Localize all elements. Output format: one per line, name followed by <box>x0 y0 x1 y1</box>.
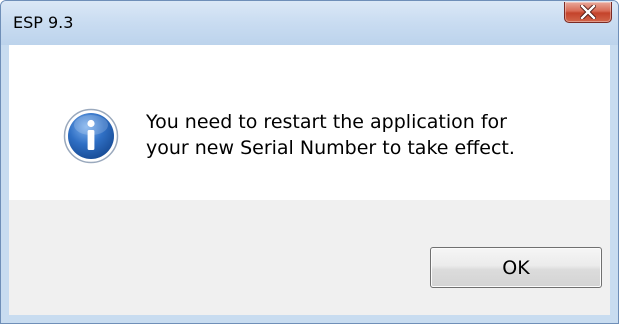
message-line-1: You need to restart the application for <box>146 111 507 133</box>
close-button[interactable] <box>564 2 612 23</box>
close-icon <box>580 5 596 19</box>
dialog-window: ESP 9.3 You need to restart the applicat… <box>0 0 619 324</box>
ok-button[interactable]: OK <box>430 247 602 288</box>
message-line-2: your new Serial Number to take effect. <box>146 137 515 159</box>
message-area: You need to restart the application for … <box>9 45 610 200</box>
window-title: ESP 9.3 <box>13 13 74 32</box>
dialog-content: You need to restart the application for … <box>9 45 610 315</box>
button-area: OK <box>9 200 610 315</box>
info-icon <box>63 108 119 164</box>
message-text: You need to restart the application for … <box>146 109 515 161</box>
title-bar[interactable]: ESP 9.3 <box>1 1 618 45</box>
